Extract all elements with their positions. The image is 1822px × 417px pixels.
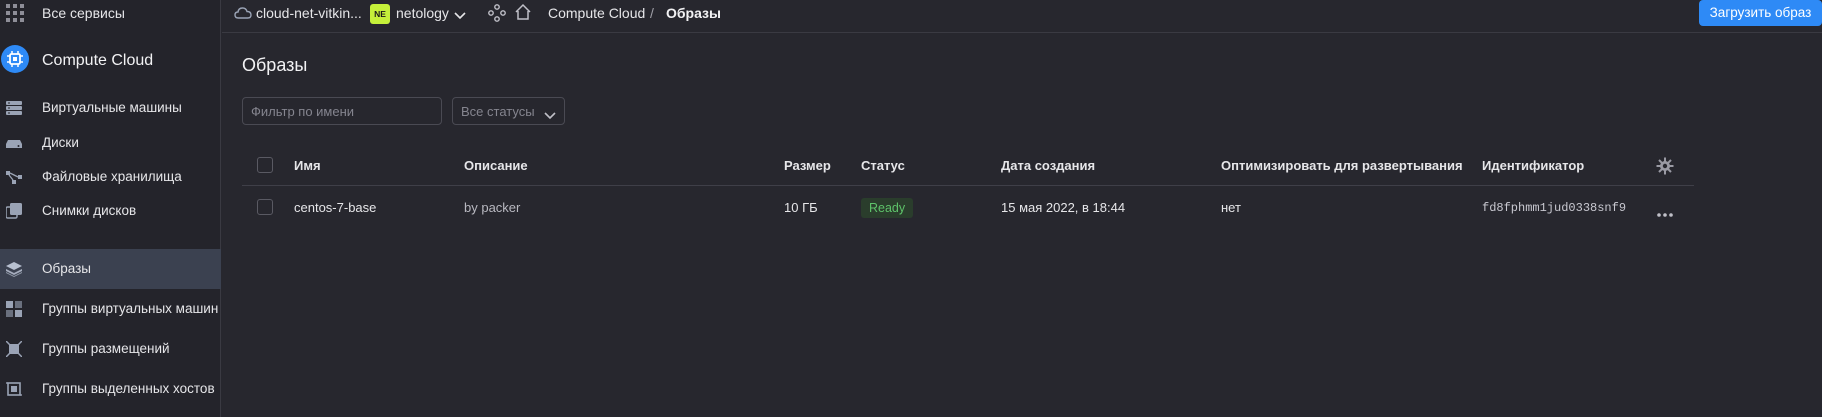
breadcrumb-current: Образы: [666, 5, 721, 21]
cell-id: fd8fphmm1jud0338snf9: [1482, 201, 1627, 215]
sidebar-item-label: Образы: [42, 261, 91, 276]
sidebar-item-label: Диски: [42, 135, 79, 150]
status-badge: Ready: [861, 198, 914, 218]
chevron-down-icon[interactable]: [454, 8, 466, 24]
table-divider: [242, 185, 1694, 186]
layers-icon: [6, 261, 22, 277]
sidebar-item-snapshots[interactable]: Снимки дисков: [0, 191, 221, 231]
folder-selector[interactable]: netology: [396, 5, 449, 21]
sidebar-item-placement-groups[interactable]: Группы размещений: [0, 329, 221, 369]
sidebar-item-images[interactable]: Образы: [0, 249, 221, 289]
grid-icon: [5, 3, 25, 26]
placement-groups-icon: [5, 340, 23, 358]
column-header-created[interactable]: Дата создания: [1001, 158, 1095, 173]
cloud-label: cloud-net-vitkin...: [256, 5, 362, 21]
cell-optimize: нет: [1221, 200, 1241, 215]
breadcrumb-service[interactable]: Compute Cloud: [548, 5, 645, 21]
status-select[interactable]: Все статусы: [452, 97, 565, 125]
snapshots-icon: [5, 203, 22, 219]
gear-icon[interactable]: [1656, 157, 1674, 178]
chevron-down-icon: [544, 108, 556, 124]
status-select-value: Все статусы: [461, 104, 535, 119]
column-header-id[interactable]: Идентификатор: [1482, 158, 1584, 173]
row-checkbox[interactable]: [257, 199, 273, 215]
sidebar-item-label: Виртуальные машины: [42, 100, 182, 115]
sidebar-item-virtual-machines[interactable]: Виртуальные машины: [0, 88, 221, 128]
column-header-status[interactable]: Статус: [861, 158, 905, 173]
breadcrumb-separator: /: [650, 5, 654, 21]
column-header-size[interactable]: Размер: [784, 158, 831, 173]
column-header-name[interactable]: Имя: [294, 158, 321, 173]
folder-badge: NE: [370, 4, 390, 24]
cell-created: 15 мая 2022, в 18:44: [1001, 200, 1126, 215]
sidebar-item-label: Снимки дисков: [42, 203, 137, 218]
all-services-label: Все сервисы: [42, 5, 125, 21]
upload-image-button[interactable]: Загрузить образ: [1699, 0, 1822, 26]
cloud-icon: [234, 4, 252, 25]
cell-name[interactable]: centos-7-base: [294, 200, 376, 215]
cell-size: 10 ГБ: [784, 200, 818, 215]
home-icon[interactable]: [514, 3, 532, 24]
sidebar-item-label: Группы выделенных хостов: [42, 381, 215, 396]
name-filter-input[interactable]: [242, 97, 442, 125]
instance-groups-icon: [6, 301, 22, 317]
page-title: Образы: [242, 55, 308, 75]
cell-description: by packer: [464, 200, 521, 215]
top-header: cloud-net-vitkin... NE netology Compute …: [222, 0, 1822, 33]
servers-icon: [6, 100, 22, 116]
service-title: Compute Cloud: [42, 52, 154, 69]
sidebar-item-host-groups[interactable]: Группы выделенных хостов: [0, 369, 221, 409]
all-services-button[interactable]: Все сервисы: [0, 0, 221, 27]
host-groups-icon: [6, 381, 22, 397]
sidebar-item-label: Группы размещений: [42, 341, 170, 356]
column-header-description[interactable]: Описание: [464, 158, 528, 173]
select-all-checkbox[interactable]: [257, 157, 273, 173]
sidebar: Все сервисы Compute Cloud Виртуальные ма…: [0, 0, 221, 417]
sidebar-item-label: Файловые хранилища: [42, 169, 182, 184]
compute-cloud-logo-icon: [1, 45, 29, 76]
app-root: Все сервисы Compute Cloud Виртуальные ма…: [0, 0, 1822, 417]
more-actions-icon[interactable]: [1656, 205, 1674, 221]
sidebar-item-label: Группы виртуальных машин: [42, 301, 219, 316]
sidebar-item-instance-groups[interactable]: Группы виртуальных машин: [0, 289, 221, 329]
cloud-selector[interactable]: cloud-net-vitkin...: [234, 4, 362, 25]
disk-icon: [6, 135, 22, 151]
file-storage-icon: [6, 169, 22, 185]
network-nodes-icon[interactable]: [488, 4, 506, 25]
column-header-optimize[interactable]: Оптимизировать для развертывания: [1221, 158, 1463, 173]
